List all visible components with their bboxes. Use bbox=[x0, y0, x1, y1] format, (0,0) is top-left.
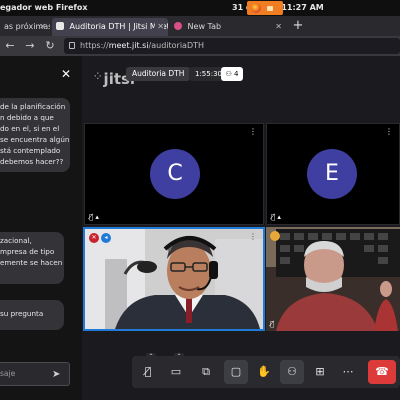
raise-hand-button[interactable]: ✋ bbox=[252, 360, 276, 384]
reload-button[interactable]: ↻ bbox=[42, 38, 58, 54]
navigation-toolbar: ← → ↻ https://meet.jit.si/auditoriaDTH bbox=[0, 36, 400, 56]
chat-panel: ✕ de la planificación n debido a que do … bbox=[0, 56, 82, 400]
chevron-up-icon[interactable]: ⌃ bbox=[146, 353, 156, 361]
message-line: emente se hacen bbox=[0, 258, 63, 267]
avatar-indicator-icon bbox=[270, 231, 280, 241]
lock-icon bbox=[69, 42, 75, 49]
close-chat-button[interactable]: ✕ bbox=[60, 68, 72, 80]
message-line: se encuentra algún bbox=[0, 135, 70, 144]
message-line: mpresa de tipo bbox=[0, 247, 55, 256]
chevron-up-icon[interactable]: ⌃ bbox=[174, 353, 184, 361]
message-line: zacional, bbox=[0, 236, 32, 245]
close-tab-icon[interactable]: ✕ bbox=[155, 18, 164, 35]
meeting-toolbar: ⌃ 🎙̸ ⌃ ▭ ⧉ ▢ ✋ ⚇ ⊞ ⋯ ☎ bbox=[132, 353, 400, 388]
chat-button[interactable]: ▢ bbox=[224, 360, 248, 384]
message-line: su pregunta bbox=[0, 309, 44, 318]
url-path: /auditoriaDTH bbox=[148, 41, 205, 50]
participant-count-badge[interactable]: ⚇ 4 bbox=[221, 67, 243, 81]
url-prefix: https:// bbox=[80, 41, 109, 50]
speaker-video bbox=[85, 229, 263, 329]
share-screen-button[interactable]: ⧉ bbox=[194, 360, 218, 384]
message-line: n debido a que bbox=[0, 113, 54, 122]
forward-button[interactable]: → bbox=[22, 38, 38, 54]
participant-tile[interactable]: ⋮ C 🎙̸ ▴ bbox=[84, 123, 264, 225]
os-top-bar: egador web Firefox 31 de may 11:27 AM bbox=[0, 0, 400, 16]
browser-tab-bar: as próximas ✕ Auditoria DTH | Jitsi Meet… bbox=[0, 16, 400, 36]
active-app-title: egador web Firefox bbox=[0, 3, 88, 12]
tab-previous[interactable]: as próximas ✕ bbox=[0, 18, 50, 36]
message-line: debemos hacer?? bbox=[0, 157, 64, 166]
more-options-icon[interactable]: ⋮ bbox=[249, 128, 257, 136]
more-options-icon[interactable]: ⋮ bbox=[385, 128, 393, 136]
participants-button[interactable]: ⚇ bbox=[280, 360, 304, 384]
close-tab-icon[interactable]: ✕ bbox=[275, 18, 282, 35]
send-icon[interactable]: ➤ bbox=[52, 364, 60, 386]
muted-mic-icon: 🎙̸ bbox=[270, 320, 275, 328]
active-speaker-video-tile[interactable]: ✕ ◂ ⋮ bbox=[83, 227, 265, 331]
url-field[interactable]: https://meet.jit.si/auditoriaDTH bbox=[64, 38, 400, 54]
muted-mic-icon: ✕ bbox=[89, 233, 99, 243]
tab-new-tab[interactable]: New Tab ✕ bbox=[170, 18, 286, 36]
chat-message-input[interactable]: saje ➤ bbox=[0, 362, 70, 386]
meeting-subject: Auditoria DTH bbox=[126, 67, 191, 81]
message-line: de la planificación bbox=[0, 102, 66, 111]
avatar: E bbox=[307, 149, 357, 199]
participant-count: 4 bbox=[234, 70, 239, 78]
participant-tile[interactable]: ⋮ E 🎙̸ ▴ bbox=[266, 123, 400, 225]
tile-view-button[interactable]: ⊞ bbox=[308, 360, 332, 384]
participants-icon: ⚇ bbox=[225, 70, 232, 78]
close-tab-icon[interactable]: ✕ bbox=[39, 18, 46, 35]
avatar: C bbox=[150, 149, 200, 199]
muted-mic-icon: 🎙̸ ▴ bbox=[89, 213, 99, 221]
muted-mic-icon: 🎙̸ ▴ bbox=[271, 213, 281, 221]
jitsi-logo-icon: ⁘ bbox=[94, 72, 102, 82]
participant-video-tile[interactable]: 🎙̸ bbox=[266, 227, 400, 331]
new-tab-button[interactable]: + bbox=[290, 16, 306, 36]
camera-toggle-button[interactable]: ⌃ ▭ bbox=[164, 353, 188, 384]
more-options-icon[interactable]: ⋮ bbox=[249, 233, 257, 241]
back-button[interactable]: ← bbox=[2, 38, 18, 54]
microphone-toggle-button[interactable]: ⌃ 🎙̸ bbox=[136, 353, 160, 384]
url-host: meet.jit.si bbox=[108, 41, 149, 50]
message-line: do en el, si en el bbox=[0, 124, 60, 133]
tab-label: New Tab bbox=[187, 22, 222, 31]
conference-area: ⁘ jitsi Auditoria DTH 1:55:30 ⚇ 4 ⋮ C 🎙̸ … bbox=[82, 56, 400, 400]
tab-auditoria-dth[interactable]: Auditoria DTH | Jitsi Meet ✕ bbox=[52, 18, 168, 36]
chat-message: su pregunta bbox=[0, 300, 64, 330]
participant-video bbox=[266, 227, 400, 331]
firefox-favicon-icon bbox=[174, 22, 182, 30]
chat-message: de la planificación n debido a que do en… bbox=[0, 98, 70, 172]
chat-input-placeholder: saje bbox=[0, 369, 16, 378]
more-actions-button[interactable]: ⋯ bbox=[336, 360, 360, 384]
jitsi-favicon-icon bbox=[56, 22, 64, 30]
chat-message: zacional, mpresa de tipo emente se hacen bbox=[0, 232, 64, 284]
audio-level-icon: ◂ bbox=[101, 233, 111, 243]
tab-label: Auditoria DTH | Jitsi Meet bbox=[69, 22, 168, 31]
message-line: stá contemplado bbox=[0, 146, 61, 155]
hangup-button[interactable]: ☎ bbox=[368, 360, 396, 384]
firefox-indicator-icon[interactable] bbox=[247, 1, 283, 15]
